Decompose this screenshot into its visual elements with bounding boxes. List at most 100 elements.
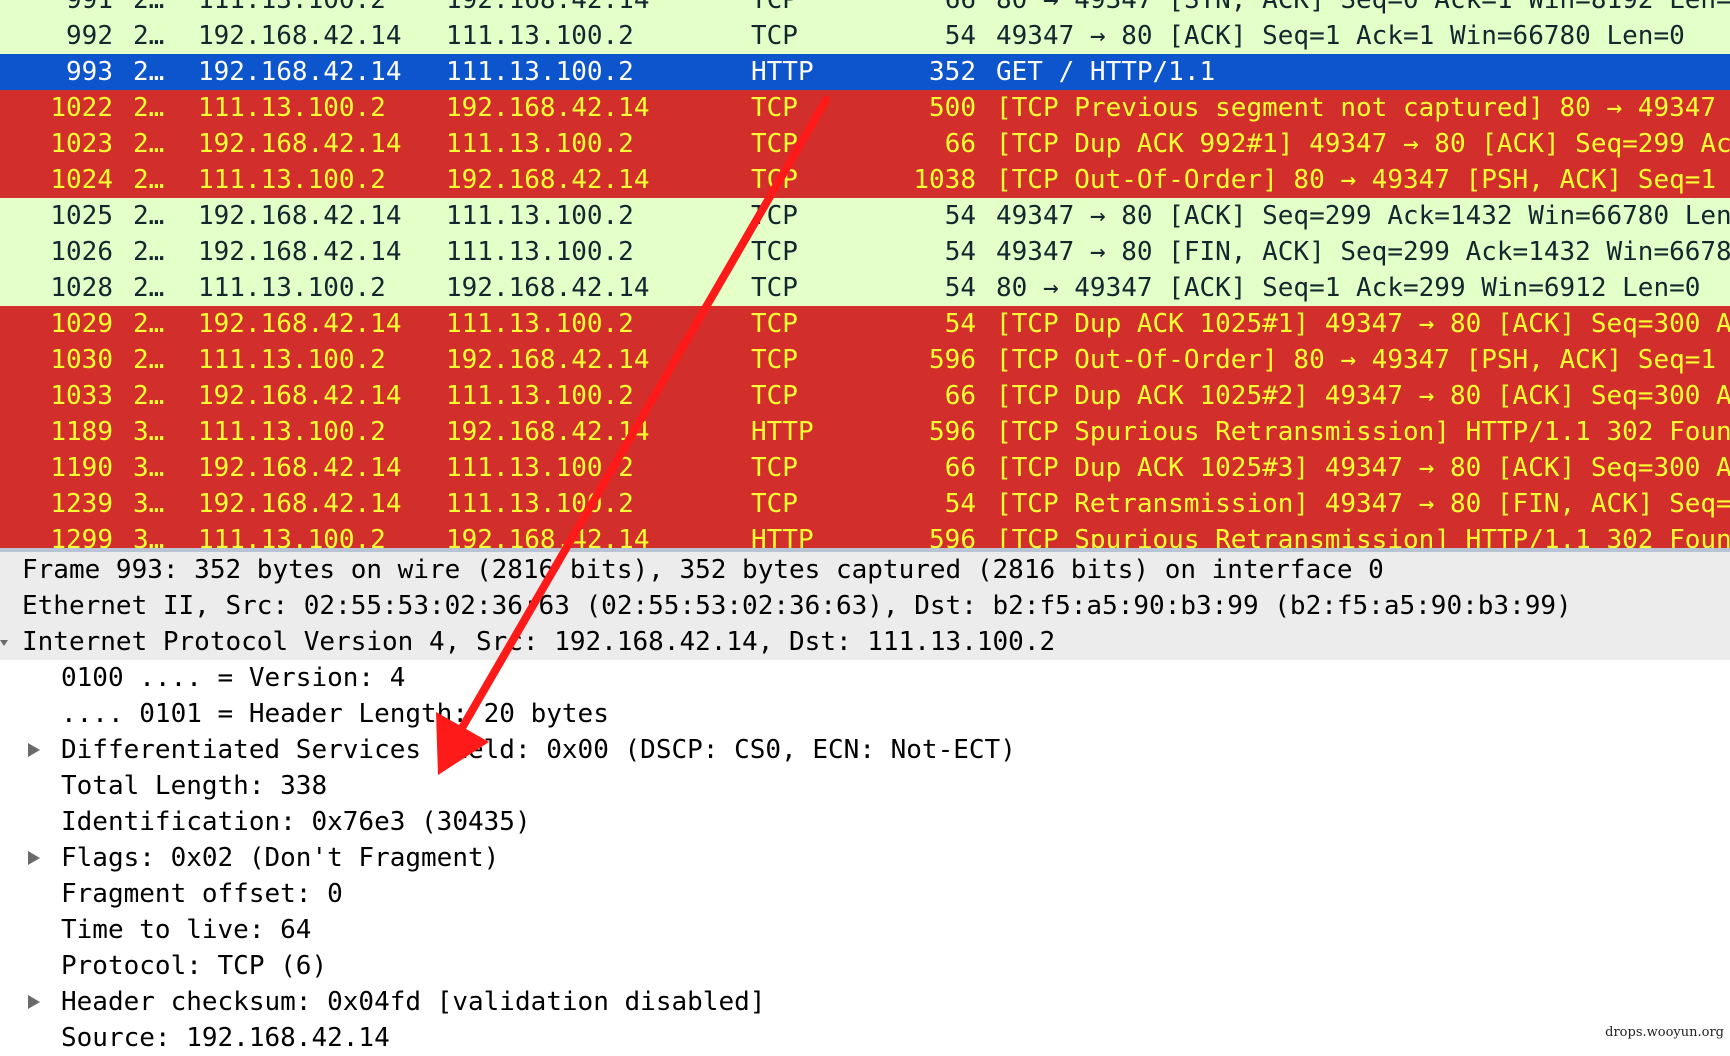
packet-length: 66 xyxy=(944,453,976,483)
detail-text: Internet Protocol Version 4, Src: 192.16… xyxy=(22,627,1056,657)
packet-row-1299[interactable]: 1299 3… 111.13.100.2 192.168.42.14 HTTP 596 [T… xyxy=(0,522,1730,548)
watermark: drops.wooyun.org xyxy=(1605,1025,1724,1040)
packet-length: 66 xyxy=(944,381,976,411)
packet-destination: 111.13.100.2 xyxy=(446,309,634,339)
detail-tree-header[interactable]: Ethernet II, Src: 02:55:53:02:36:63 (02:… xyxy=(0,588,1730,624)
packet-length: 596 xyxy=(929,345,976,375)
packet-time: 2… xyxy=(133,273,165,303)
packet-protocol: TCP xyxy=(751,309,798,339)
packet-time: 2… xyxy=(133,237,165,267)
detail-tree-field[interactable]: Identification: 0x76e3 (30435) xyxy=(0,804,1730,840)
packet-info: 49347 → 80 [ACK] Seq=299 Ack=1432 Win=66… xyxy=(996,201,1730,231)
packet-source: 192.168.42.14 xyxy=(198,489,402,519)
packet-protocol: TCP xyxy=(751,129,798,159)
packet-list: 991 2… 111.13.100.2 192.168.42.14 TCP 66 80 → … xyxy=(0,0,1730,548)
packet-length: 54 xyxy=(944,489,976,519)
packet-protocol: TCP xyxy=(751,381,798,411)
packet-source: 111.13.100.2 xyxy=(198,417,386,447)
packet-protocol: TCP xyxy=(751,489,798,519)
packet-number: 1029 xyxy=(50,309,113,339)
packet-source: 192.168.42.14 xyxy=(198,57,402,87)
detail-tree-header[interactable]: Internet Protocol Version 4, Src: 192.16… xyxy=(0,624,1730,660)
packet-source: 111.13.100.2 xyxy=(198,93,386,123)
packet-row-1024[interactable]: 1024 2… 111.13.100.2 192.168.42.14 TCP 1038 [T… xyxy=(0,162,1730,198)
detail-tree-field[interactable]: Differentiated Services Field: 0x00 (DSC… xyxy=(0,732,1730,768)
detail-text: Total Length: 338 xyxy=(61,771,328,801)
detail-text: Flags: 0x02 (Don't Fragment) xyxy=(61,843,500,873)
detail-tree-field[interactable]: Flags: 0x02 (Don't Fragment) xyxy=(0,840,1730,876)
packet-row-1029[interactable]: 1029 2… 192.168.42.14 111.13.100.2 TCP 54 [TCP… xyxy=(0,306,1730,342)
detail-text: Fragment offset: 0 xyxy=(61,879,343,909)
packet-destination: 111.13.100.2 xyxy=(446,129,634,159)
packet-row-993[interactable]: 993 2… 192.168.42.14 111.13.100.2 HTTP 352 GET… xyxy=(0,54,1730,90)
detail-text: Frame 993: 352 bytes on wire (2816 bits)… xyxy=(22,555,1384,585)
packet-number: 1022 xyxy=(50,93,113,123)
packet-source: 111.13.100.2 xyxy=(198,0,386,15)
detail-text: .... 0101 = Header Length: 20 bytes xyxy=(61,699,609,729)
packet-row-1025[interactable]: 1025 2… 192.168.42.14 111.13.100.2 TCP 54 4934… xyxy=(0,198,1730,234)
packet-time: 3… xyxy=(133,453,165,483)
detail-text: Time to live: 64 xyxy=(61,915,312,945)
packet-length: 66 xyxy=(944,0,976,15)
packet-row-1028[interactable]: 1028 2… 111.13.100.2 192.168.42.14 TCP 54 80 →… xyxy=(0,270,1730,306)
packet-info: 49347 → 80 [FIN, ACK] Seq=299 Ack=1432 W… xyxy=(996,237,1730,267)
packet-row-1033[interactable]: 1033 2… 192.168.42.14 111.13.100.2 TCP 66 [TCP… xyxy=(0,378,1730,414)
packet-time: 2… xyxy=(133,309,165,339)
packet-number: 993 xyxy=(66,57,113,87)
packet-time: 2… xyxy=(133,57,165,87)
packet-details: Frame 993: 352 bytes on wire (2816 bits)… xyxy=(0,552,1730,1053)
packet-destination: 111.13.100.2 xyxy=(446,453,634,483)
packet-source: 111.13.100.2 xyxy=(198,525,386,548)
packet-destination: 192.168.42.14 xyxy=(446,345,650,375)
packet-source: 192.168.42.14 xyxy=(198,21,402,51)
packet-protocol: TCP xyxy=(751,273,798,303)
packet-destination: 111.13.100.2 xyxy=(446,237,634,267)
packet-destination: 111.13.100.2 xyxy=(446,381,634,411)
packet-row-1030[interactable]: 1030 2… 111.13.100.2 192.168.42.14 TCP 596 [TC… xyxy=(0,342,1730,378)
detail-tree-field[interactable]: Time to live: 64 xyxy=(0,912,1730,948)
packet-time: 2… xyxy=(133,345,165,375)
packet-row-1023[interactable]: 1023 2… 192.168.42.14 111.13.100.2 TCP 66 [TCP… xyxy=(0,126,1730,162)
packet-row-1189[interactable]: 1189 3… 111.13.100.2 192.168.42.14 HTTP 596 [T… xyxy=(0,414,1730,450)
packet-row-991[interactable]: 991 2… 111.13.100.2 192.168.42.14 TCP 66 80 → … xyxy=(0,0,1730,18)
detail-text: Header checksum: 0x04fd [validation disa… xyxy=(61,987,766,1017)
expand-triangle-icon[interactable] xyxy=(28,851,40,865)
packet-info: [TCP Dup ACK 992#1] 49347 → 80 [ACK] Seq… xyxy=(996,129,1730,159)
packet-number: 1033 xyxy=(50,381,113,411)
packet-time: 2… xyxy=(133,0,165,15)
packet-destination: 111.13.100.2 xyxy=(446,57,634,87)
packet-protocol: HTTP xyxy=(751,417,814,447)
packet-info: [TCP Dup ACK 1025#3] 49347 → 80 [ACK] Se… xyxy=(996,453,1730,483)
detail-tree-field[interactable]: Total Length: 338 xyxy=(0,768,1730,804)
packet-row-1239[interactable]: 1239 3… 192.168.42.14 111.13.100.2 TCP 54 [TCP… xyxy=(0,486,1730,522)
packet-row-1026[interactable]: 1026 2… 192.168.42.14 111.13.100.2 TCP 54 4934… xyxy=(0,234,1730,270)
detail-tree-field[interactable]: Protocol: TCP (6) xyxy=(0,948,1730,984)
packet-info: 80 → 49347 [SYN, ACK] Seq=0 Ack=1 Win=81… xyxy=(996,0,1730,15)
packet-time: 3… xyxy=(133,417,165,447)
packet-row-1190[interactable]: 1190 3… 192.168.42.14 111.13.100.2 TCP 66 [TCP… xyxy=(0,450,1730,486)
expand-triangle-icon[interactable] xyxy=(28,743,40,757)
packet-info: GET / HTTP/1.1 xyxy=(996,57,1216,87)
packet-number: 992 xyxy=(66,21,113,51)
detail-tree-field[interactable]: Source: 192.168.42.14 xyxy=(0,1020,1730,1056)
packet-time: 2… xyxy=(133,129,165,159)
packet-time: 3… xyxy=(133,525,165,548)
detail-tree-field[interactable]: Header checksum: 0x04fd [validation disa… xyxy=(0,984,1730,1020)
detail-tree-field[interactable]: .... 0101 = Header Length: 20 bytes xyxy=(0,696,1730,732)
detail-tree-field[interactable]: Fragment offset: 0 xyxy=(0,876,1730,912)
detail-tree-field[interactable]: 0100 .... = Version: 4 xyxy=(0,660,1730,696)
packet-number: 1023 xyxy=(50,129,113,159)
packet-source: 192.168.42.14 xyxy=(198,129,402,159)
packet-protocol: TCP xyxy=(751,21,798,51)
packet-protocol: HTTP xyxy=(751,57,814,87)
expand-triangle-icon[interactable] xyxy=(28,995,40,1009)
detail-tree-header[interactable]: Frame 993: 352 bytes on wire (2816 bits)… xyxy=(0,552,1730,588)
packet-info: [TCP Spurious Retransmission] HTTP/1.1 3… xyxy=(996,417,1730,447)
packet-time: 2… xyxy=(133,381,165,411)
packet-protocol: TCP xyxy=(751,453,798,483)
packet-info: 80 → 49347 [ACK] Seq=1 Ack=299 Win=6912 … xyxy=(996,273,1701,303)
packet-row-1022[interactable]: 1022 2… 111.13.100.2 192.168.42.14 TCP 500 [TC… xyxy=(0,90,1730,126)
packet-destination: 192.168.42.14 xyxy=(446,273,650,303)
packet-row-992[interactable]: 992 2… 192.168.42.14 111.13.100.2 TCP 54 49347… xyxy=(0,18,1730,54)
collapse-triangle-icon[interactable] xyxy=(0,640,8,646)
